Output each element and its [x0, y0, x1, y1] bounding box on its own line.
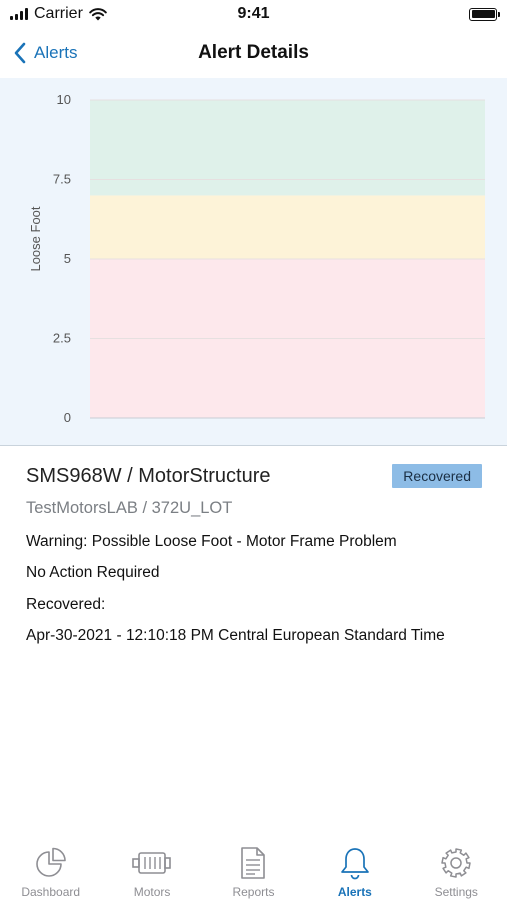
tab-bar: Dashboard Motors Reports Alerts Settings: [0, 838, 507, 900]
tab-motors-label: Motors: [133, 885, 171, 899]
tab-alerts[interactable]: Alerts: [304, 838, 405, 899]
recovered-label: Recovered:: [26, 596, 106, 613]
threshold-band-2: [90, 100, 485, 196]
title-row: SMS968W / MotorStructure Recovered: [26, 462, 482, 490]
motor-icon: [132, 852, 171, 874]
warning-text: Warning: Possible Loose Foot - Motor Fra…: [26, 533, 397, 550]
y-tick-label: 5: [64, 251, 71, 266]
pie-chart-icon: [35, 847, 66, 877]
back-button[interactable]: Alerts: [14, 38, 77, 68]
bell-icon: [341, 848, 369, 880]
signal-icon: [10, 8, 28, 20]
recovered-time: Apr-30-2021 - 12:10:18 PM Central Europe…: [26, 627, 445, 644]
y-axis-label: Loose Foot: [28, 206, 43, 271]
status-left: Carrier: [10, 5, 107, 23]
tab-settings[interactable]: Settings: [406, 838, 507, 899]
device-title: SMS968W / MotorStructure: [26, 464, 271, 487]
y-tick-label: 2.5: [53, 331, 71, 346]
status-badge: Recovered: [392, 464, 482, 488]
tab-reports-label: Reports: [232, 885, 275, 899]
loose-foot-chart: 0 2.5 5 7.5 10 Loose Foot: [28, 92, 485, 425]
tab-motors[interactable]: Motors: [102, 838, 203, 899]
tab-dashboard-label: Dashboard: [21, 885, 81, 899]
navigation-bar: Alerts Alert Details: [0, 28, 507, 78]
chevron-left-icon: [14, 42, 26, 64]
y-tick-label: 10: [57, 92, 71, 107]
tab-dashboard[interactable]: Dashboard: [0, 838, 101, 899]
tab-alerts-label: Alerts: [337, 885, 372, 899]
tab-reports[interactable]: Reports: [203, 838, 304, 899]
wifi-icon: [89, 7, 107, 20]
threshold-band-1: [90, 195, 485, 259]
carrier-label: Carrier: [34, 5, 83, 22]
battery-icon: [469, 7, 500, 21]
action-text: No Action Required: [26, 564, 160, 581]
status-bar: Carrier 9:41: [0, 0, 507, 28]
page-title: Alert Details: [198, 42, 309, 63]
back-label: Alerts: [34, 43, 78, 62]
chart-area: 0 2.5 5 7.5 10 Loose Foot: [0, 78, 507, 446]
document-icon: [241, 847, 266, 879]
y-tick-label: 7.5: [53, 172, 71, 187]
location-label: TestMotorsLAB / 372U_LOT: [26, 499, 233, 517]
y-tick-label: 0: [64, 410, 71, 425]
gear-icon: [441, 848, 471, 878]
tab-settings-label: Settings: [434, 885, 478, 899]
